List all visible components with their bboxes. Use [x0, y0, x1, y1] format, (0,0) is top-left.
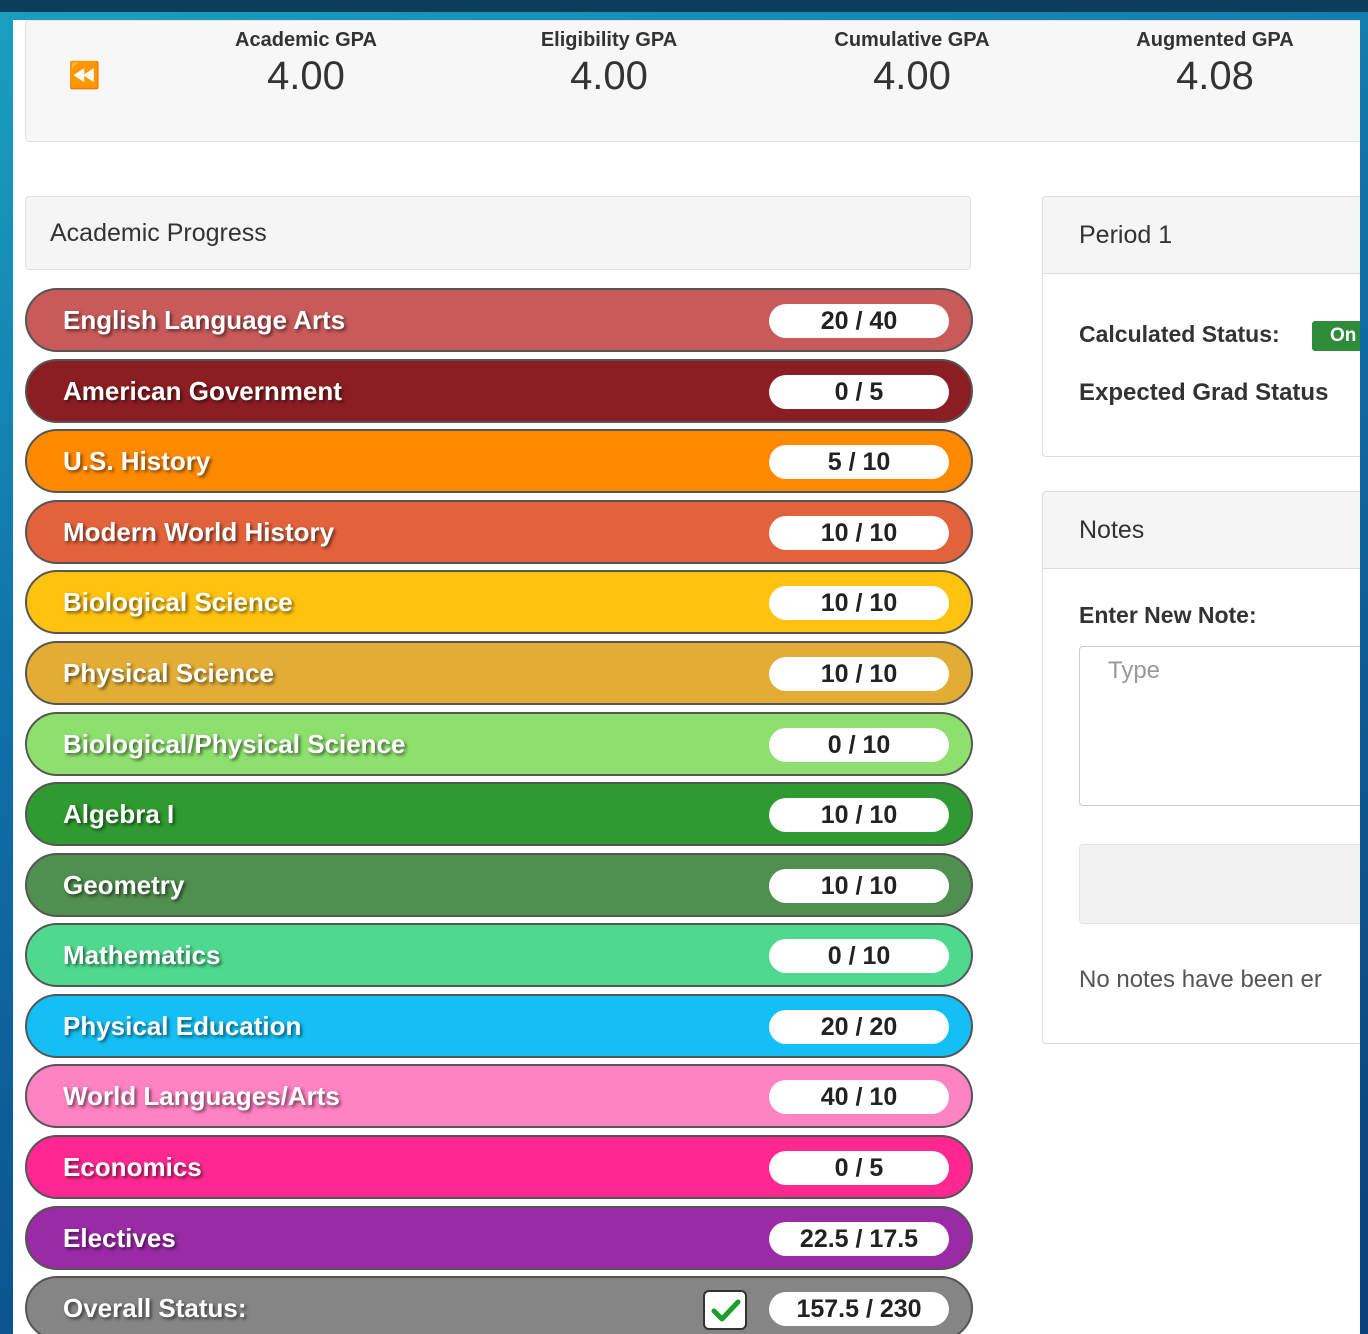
gpa-summary-bar: ⏪ Academic GPA 4.00 Eligibility GPA 4.00… — [25, 20, 1360, 142]
subject-name: Physical Science — [63, 658, 275, 688]
subject-progress: 20 / 40 — [769, 304, 949, 338]
subject-name: Biological/Physical Science — [63, 729, 406, 759]
subject-progress: 22.5 / 17.5 — [769, 1222, 949, 1256]
academic-progress-header: Academic Progress — [25, 196, 971, 270]
period-title: Period 1 — [1079, 221, 1173, 249]
new-note-input[interactable] — [1079, 646, 1360, 806]
gpa-academic: Academic GPA 4.00 — [186, 29, 426, 98]
subject-bar: Mathematics 0 / 10 — [25, 923, 973, 987]
subject-name: Physical Education — [63, 1011, 302, 1041]
subject-progress: 10 / 10 — [769, 869, 949, 903]
gpa-value: 4.08 — [1176, 54, 1254, 98]
period-panel: Period 1 Calculated Status: On Expected … — [1042, 196, 1360, 457]
subject-bar: Physical Education 20 / 20 — [25, 994, 973, 1058]
subject-bar: Algebra I 10 / 10 — [25, 782, 973, 846]
check-icon — [711, 1299, 741, 1322]
subject-name: Biological Science — [63, 587, 293, 617]
gpa-value: 4.00 — [873, 54, 951, 98]
gpa-value: 4.00 — [570, 54, 648, 98]
subject-name: Economics — [63, 1152, 202, 1182]
subject-progress: 0 / 5 — [769, 1151, 949, 1185]
subject-name: U.S. History — [63, 446, 211, 476]
subject-bar: Electives 22.5 / 17.5 — [25, 1206, 973, 1270]
gpa-label: Augmented GPA — [1136, 29, 1294, 51]
overall-status-label: Overall Status: — [63, 1293, 247, 1323]
subject-progress: 10 / 10 — [769, 516, 949, 550]
overall-status-progress: 157.5 / 230 — [769, 1292, 949, 1326]
subject-progress: 10 / 10 — [769, 586, 949, 620]
subject-bar: English Language Arts 20 / 40 — [25, 288, 973, 352]
subject-bar: Economics 0 / 5 — [25, 1135, 973, 1199]
period-panel-header: Period 1 — [1043, 197, 1360, 274]
subject-bar: Biological Science 10 / 10 — [25, 570, 973, 634]
notes-title: Notes — [1079, 516, 1145, 544]
subject-bar: Physical Science 10 / 10 — [25, 641, 973, 705]
subject-progress: 10 / 10 — [769, 657, 949, 691]
subject-progress: 0 / 10 — [769, 728, 949, 762]
subject-name: Modern World History — [63, 517, 335, 547]
calculated-status-badge: On — [1312, 321, 1360, 351]
overall-status-bar: Overall Status: 157.5 / 230 — [25, 1276, 973, 1334]
overall-status-checkbox[interactable] — [703, 1290, 747, 1330]
subject-name: World Languages/Arts — [63, 1081, 340, 1111]
gpa-augmented: Augmented GPA 4.08 — [1095, 29, 1335, 98]
gpa-value: 4.00 — [267, 54, 345, 98]
top-bar — [0, 0, 1368, 12]
subject-bar: Modern World History 10 / 10 — [25, 500, 973, 564]
subject-bar: World Languages/Arts 40 / 10 — [25, 1064, 973, 1128]
academic-progress-title: Academic Progress — [50, 219, 267, 247]
subject-bar: American Government 0 / 5 — [25, 359, 973, 423]
add-note-button[interactable] — [1079, 844, 1360, 924]
gpa-eligibility: Eligibility GPA 4.00 — [489, 29, 729, 98]
subject-name: Geometry — [63, 870, 185, 900]
enter-new-note-label: Enter New Note: — [1079, 602, 1257, 628]
subject-bar: Biological/Physical Science 0 / 10 — [25, 712, 973, 776]
page: ⏪ Academic GPA 4.00 Eligibility GPA 4.00… — [13, 20, 1360, 1334]
subject-progress: 0 / 10 — [769, 939, 949, 973]
gpa-label: Eligibility GPA — [540, 29, 678, 51]
subject-progress: 5 / 10 — [769, 445, 949, 479]
subject-bar: U.S. History 5 / 10 — [25, 429, 973, 493]
calculated-status-label: Calculated Status: — [1079, 321, 1280, 347]
notes-panel: Notes Enter New Note: No notes have been… — [1042, 491, 1360, 1044]
no-notes-message: No notes have been er — [1079, 966, 1322, 993]
subject-name: Mathematics — [63, 940, 221, 970]
subject-progress: 40 / 10 — [769, 1080, 949, 1114]
subject-progress: 20 / 20 — [769, 1010, 949, 1044]
notes-panel-header: Notes — [1043, 492, 1360, 569]
gpa-label: Cumulative GPA — [834, 29, 990, 51]
subject-progress: 0 / 5 — [769, 375, 949, 409]
subject-name: Algebra I — [63, 799, 175, 829]
gpa-cumulative: Cumulative GPA 4.00 — [792, 29, 1032, 98]
gpa-label: Academic GPA — [235, 29, 377, 51]
subject-name: English Language Arts — [63, 305, 346, 335]
subject-progress: 10 / 10 — [769, 798, 949, 832]
rewind-icon[interactable]: ⏪ — [68, 62, 100, 88]
subject-name: American Government — [63, 376, 342, 406]
subject-name: Electives — [63, 1223, 176, 1253]
subject-bar: Geometry 10 / 10 — [25, 853, 973, 917]
expected-grad-status-label: Expected Grad Status — [1079, 379, 1329, 406]
